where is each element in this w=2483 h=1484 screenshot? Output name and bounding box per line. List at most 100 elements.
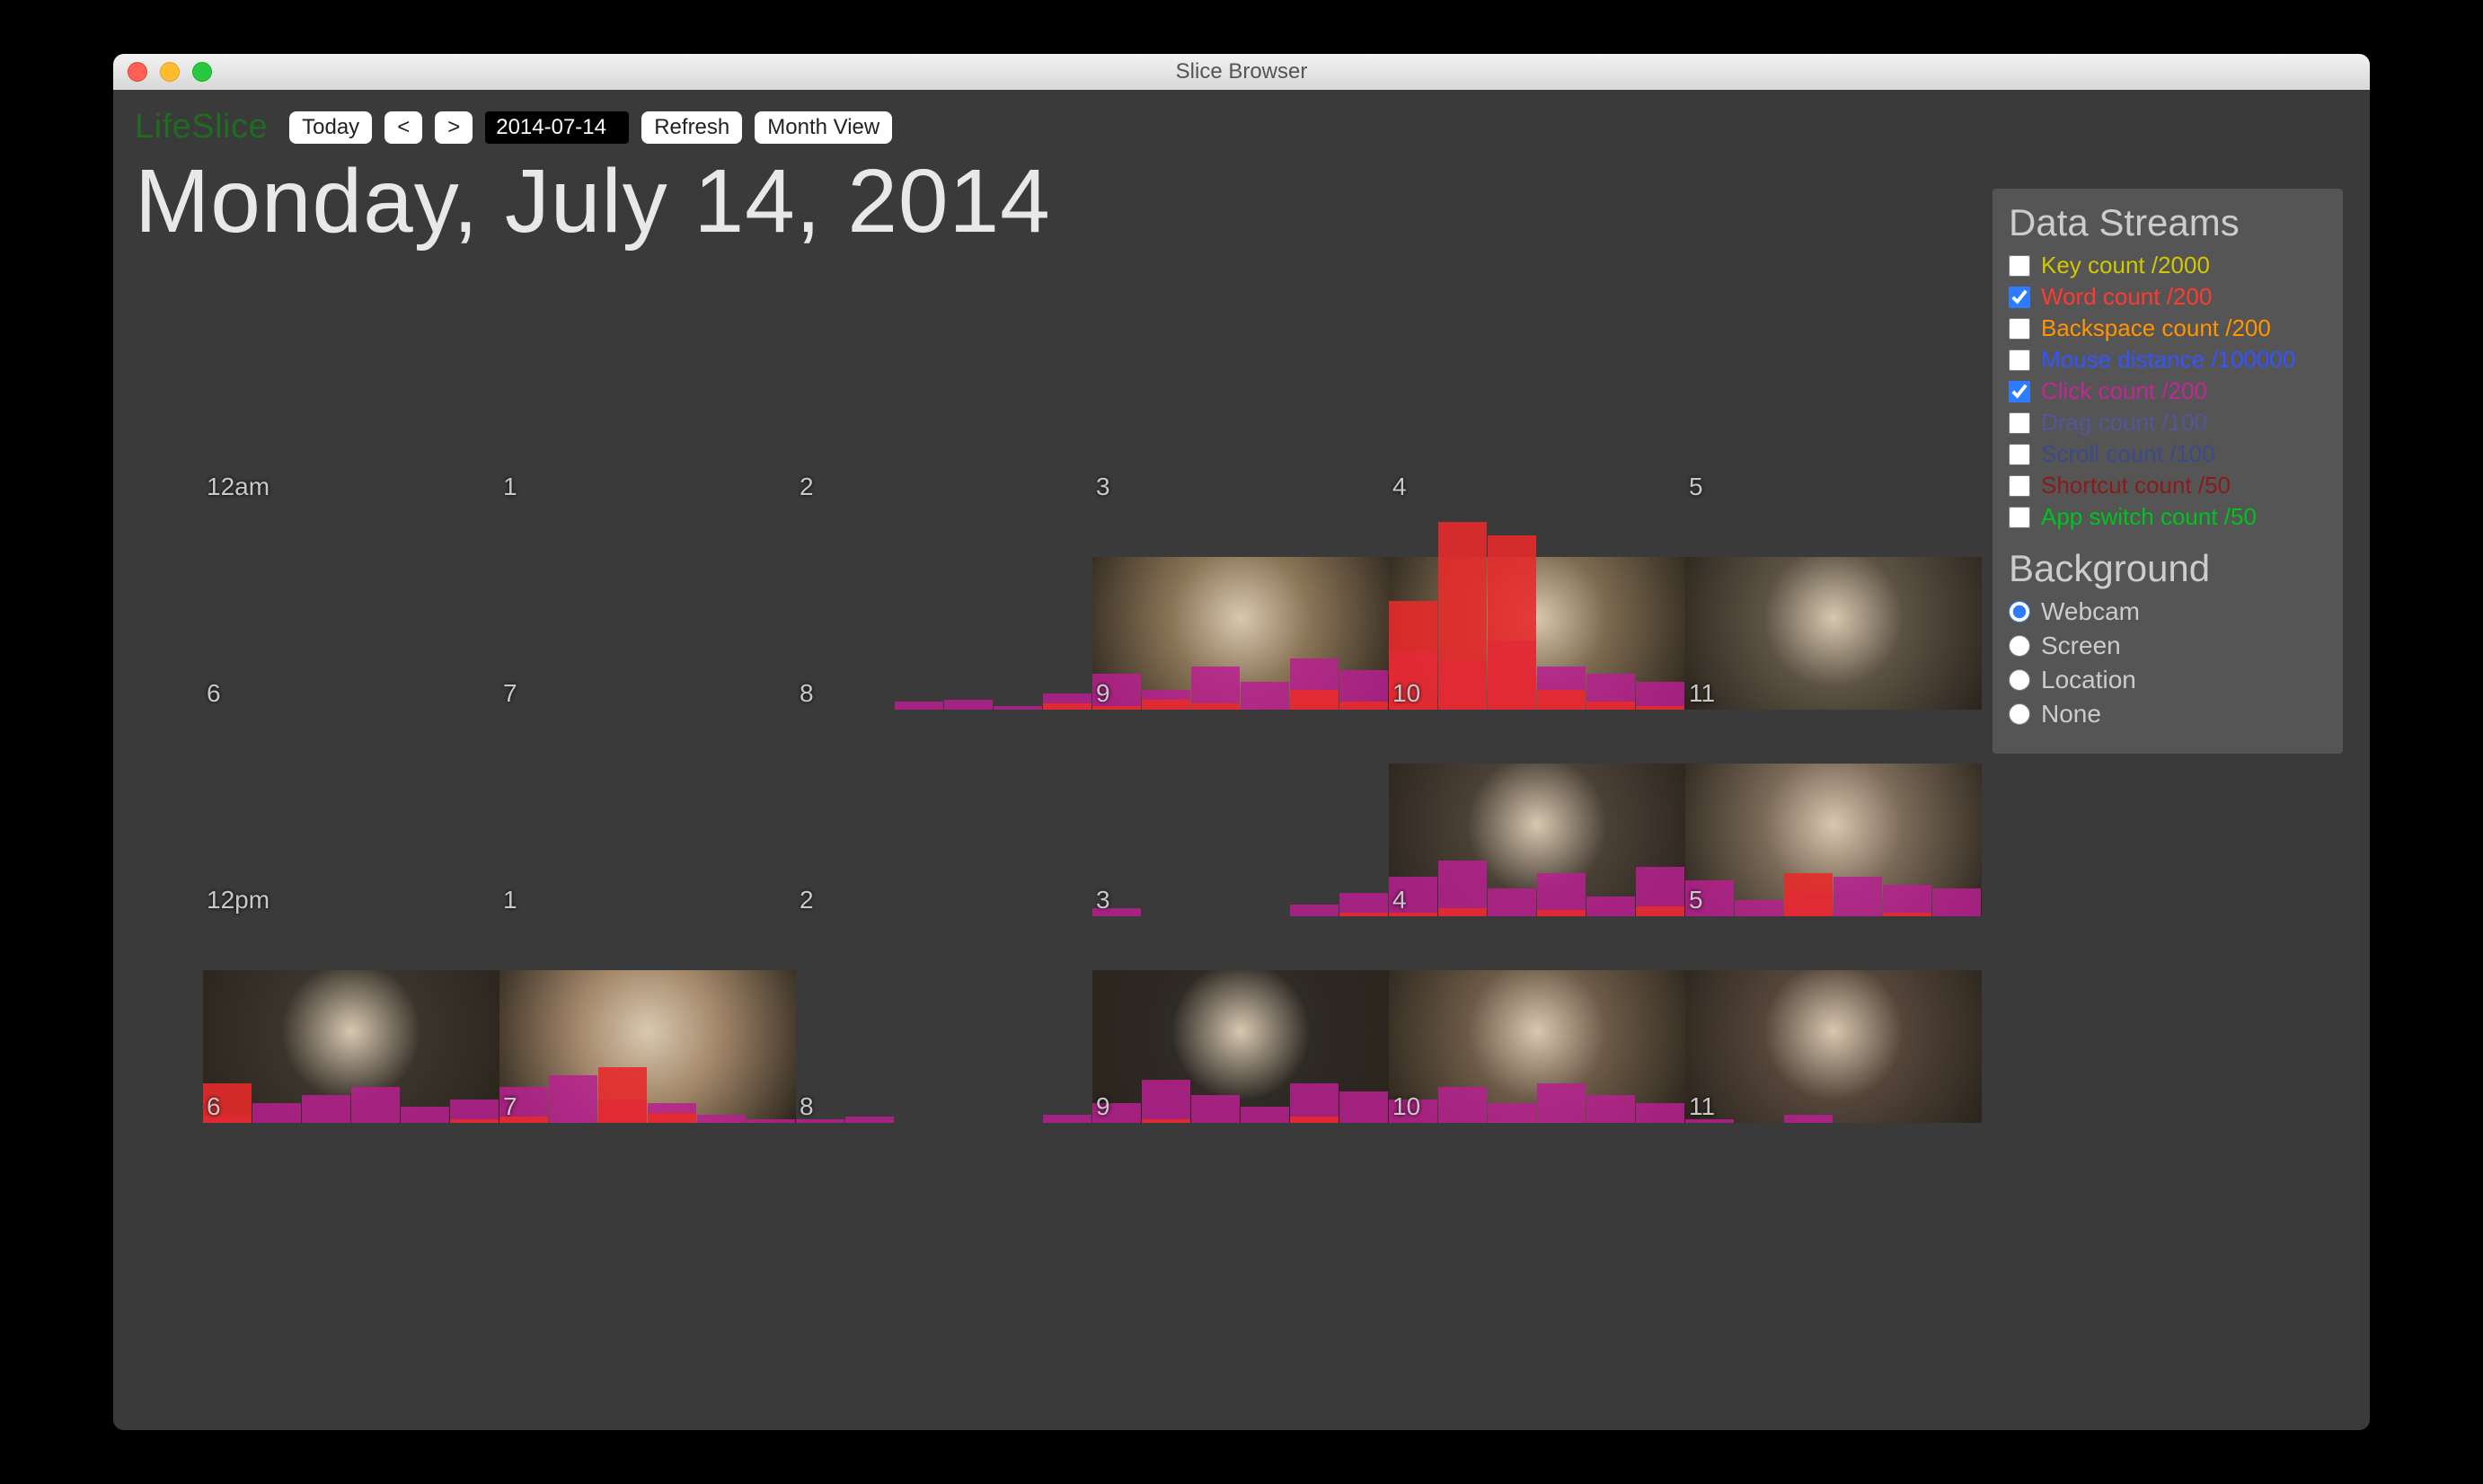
- hour-row: 678 9 1011: [203, 503, 1982, 710]
- prev-day-button[interactable]: <: [384, 111, 422, 144]
- hour-bars: [1685, 503, 1982, 710]
- today-button[interactable]: Today: [289, 111, 372, 144]
- content-area: LifeSlice Today < > Refresh Month View M…: [113, 90, 2370, 1430]
- background-radio[interactable]: [2009, 635, 2030, 657]
- stream-toggle[interactable]: Mouse distance /100000: [2009, 346, 2327, 374]
- stream-label: Click count /200: [2041, 377, 2207, 405]
- stream-toggle[interactable]: Scroll count /100: [2009, 440, 2327, 468]
- stream-toggle[interactable]: Backspace count /200: [2009, 314, 2327, 342]
- hour-cell[interactable]: 8: [796, 916, 1092, 1123]
- hour-cell[interactable]: 6: [203, 916, 499, 1123]
- hour-label: 12pm: [207, 886, 270, 914]
- stream-toggle[interactable]: Word count /200: [2009, 283, 2327, 311]
- stream-checkbox[interactable]: [2009, 349, 2030, 371]
- hour-label: 8: [800, 1092, 814, 1121]
- hour-bars: [203, 503, 499, 710]
- hour-cell[interactable]: 7: [499, 916, 796, 1123]
- stream-label: Drag count /100: [2041, 409, 2207, 437]
- window-title: Slice Browser: [113, 59, 2370, 84]
- hour-cell[interactable]: 5: [1685, 296, 1982, 503]
- hour-cell[interactable]: 1: [499, 296, 796, 503]
- hour-label: 8: [800, 679, 814, 708]
- background-radio[interactable]: [2009, 703, 2030, 725]
- hour-row: 6 7 8 9 10 11: [203, 916, 1982, 1123]
- hour-bars: [203, 916, 499, 1123]
- titlebar: Slice Browser: [113, 54, 2370, 90]
- hour-cell[interactable]: 9: [1092, 503, 1389, 710]
- background-option[interactable]: Location: [2009, 666, 2327, 694]
- hour-cell[interactable]: 10: [1389, 916, 1685, 1123]
- hour-label: 1: [503, 886, 517, 914]
- hour-bars: [1685, 710, 1982, 916]
- hour-cell[interactable]: 11: [1685, 916, 1982, 1123]
- background-option[interactable]: Screen: [2009, 632, 2327, 660]
- stream-checkbox[interactable]: [2009, 475, 2030, 497]
- stream-label: Shortcut count /50: [2041, 472, 2231, 499]
- hour-cell[interactable]: 4: [1389, 296, 1685, 503]
- stream-checkbox[interactable]: [2009, 255, 2030, 277]
- hour-label: 9: [1096, 679, 1110, 708]
- stream-checkbox[interactable]: [2009, 381, 2030, 402]
- stream-toggle[interactable]: Shortcut count /50: [2009, 472, 2327, 499]
- stream-checkbox[interactable]: [2009, 287, 2030, 308]
- hour-label: 9: [1096, 1092, 1110, 1121]
- hour-cell[interactable]: 1: [499, 710, 796, 916]
- hour-label: 12am: [207, 473, 270, 501]
- hour-cell[interactable]: 7: [499, 503, 796, 710]
- hour-cell[interactable]: 12pm: [203, 710, 499, 916]
- hour-bars: [1389, 296, 1685, 503]
- hour-label: 5: [1689, 886, 1703, 914]
- stream-toggle[interactable]: Key count /2000: [2009, 252, 2327, 279]
- hour-bars: [1389, 503, 1685, 710]
- next-day-button[interactable]: >: [435, 111, 473, 144]
- hour-label: 5: [1689, 473, 1703, 501]
- hour-cell[interactable]: 5: [1685, 710, 1982, 916]
- hour-label: 11: [1689, 1092, 1715, 1121]
- hour-bars: [796, 916, 1092, 1123]
- hour-row: 12pm 1 2345: [203, 710, 1982, 916]
- hour-cell[interactable]: 9: [1092, 916, 1389, 1123]
- hour-bars: [1389, 916, 1685, 1123]
- refresh-button[interactable]: Refresh: [641, 111, 742, 144]
- hour-label: 6: [207, 1092, 221, 1121]
- stream-label: Key count /2000: [2041, 252, 2210, 279]
- stream-checkbox[interactable]: [2009, 444, 2030, 465]
- hour-bars: [1092, 710, 1389, 916]
- hour-cell[interactable]: 2: [796, 710, 1092, 916]
- hour-cell[interactable]: 3: [1092, 296, 1389, 503]
- stream-checkbox[interactable]: [2009, 318, 2030, 340]
- hour-bars: [499, 296, 796, 503]
- stream-toggle[interactable]: Drag count /100: [2009, 409, 2327, 437]
- stream-toggle[interactable]: Click count /200: [2009, 377, 2327, 405]
- hour-cell[interactable]: 6: [203, 503, 499, 710]
- month-view-button[interactable]: Month View: [755, 111, 892, 144]
- hour-cell[interactable]: 12am: [203, 296, 499, 503]
- toolbar: LifeSlice Today < > Refresh Month View: [135, 108, 2348, 146]
- stream-label: Scroll count /100: [2041, 440, 2215, 468]
- hour-label: 10: [1392, 1092, 1420, 1121]
- background-heading: Background: [2009, 547, 2327, 590]
- stream-toggle[interactable]: App switch count /50: [2009, 503, 2327, 531]
- background-radio[interactable]: [2009, 669, 2030, 691]
- hour-bars: [796, 710, 1092, 916]
- hour-cell[interactable]: 10: [1389, 503, 1685, 710]
- stream-label: App switch count /50: [2041, 503, 2257, 531]
- hour-cell[interactable]: 3: [1092, 710, 1389, 916]
- hour-bars: [1092, 503, 1389, 710]
- background-option[interactable]: Webcam: [2009, 597, 2327, 626]
- background-option[interactable]: None: [2009, 700, 2327, 729]
- background-radio[interactable]: [2009, 601, 2030, 623]
- stream-label: Mouse distance /100000: [2041, 346, 2295, 374]
- hour-cell[interactable]: 11: [1685, 503, 1982, 710]
- app-window: Slice Browser LifeSlice Today < > Refres…: [113, 54, 2370, 1430]
- date-input[interactable]: [485, 111, 629, 144]
- hour-cell[interactable]: 2: [796, 296, 1092, 503]
- stream-checkbox[interactable]: [2009, 412, 2030, 434]
- stream-checkbox[interactable]: [2009, 507, 2030, 528]
- hour-bars: [1685, 296, 1982, 503]
- hour-label: 7: [503, 1092, 517, 1121]
- background-label: None: [2041, 700, 2101, 729]
- hour-cell[interactable]: 4: [1389, 710, 1685, 916]
- hour-row: 12am 12345: [203, 296, 1982, 503]
- hour-cell[interactable]: 8: [796, 503, 1092, 710]
